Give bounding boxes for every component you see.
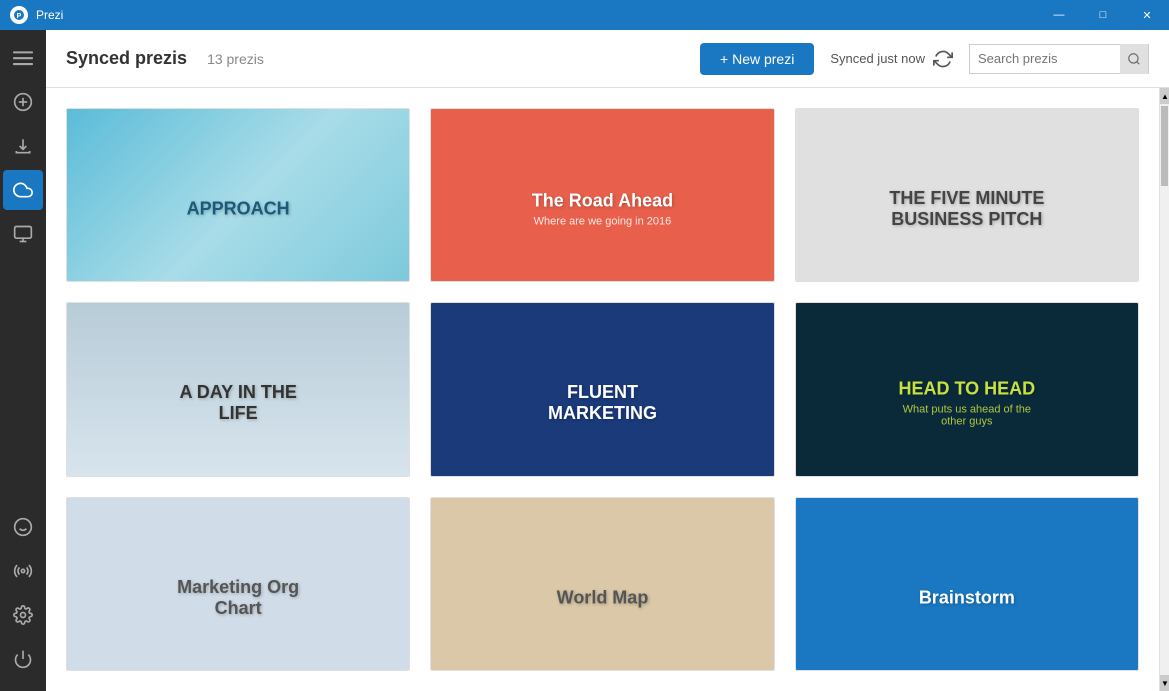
prezi-card[interactable]: FLUENT MARKETING Fluent Marketing-V2 APR… <box>430 302 774 476</box>
prezi-thumbnail: World Map <box>431 498 773 671</box>
prezi-card[interactable]: A DAY IN THE LIFE Sales & Marketing Tool… <box>66 302 410 476</box>
title-bar: P Prezi — □ ✕ <box>0 0 1169 30</box>
prezi-thumbnail: A DAY IN THE LIFE <box>67 303 409 476</box>
window-controls: — □ ✕ <box>1037 0 1169 30</box>
sync-icon <box>933 49 953 69</box>
prezi-card[interactable]: Brainstorm Brainstorm APRIL 7 ··· <box>795 497 1139 671</box>
prezi-thumbnail: THE FIVE MINUTE BUSINESS PITCH <box>796 109 1138 282</box>
sidebar-item-menu[interactable] <box>3 38 43 78</box>
toolbar: Synced prezis 13 prezis + New prezi Sync… <box>46 30 1169 88</box>
prezi-thumbnail: FLUENT MARKETING <box>431 303 773 476</box>
close-button[interactable]: ✕ <box>1125 0 1169 30</box>
sidebar-item-emoji[interactable] <box>3 507 43 547</box>
search-input[interactable] <box>970 47 1120 70</box>
sidebar-item-settings[interactable] <box>3 595 43 635</box>
page-title: Synced prezis <box>66 48 187 69</box>
sidebar <box>0 30 46 691</box>
search-icon <box>1127 52 1141 66</box>
main-content: Synced prezis 13 prezis + New prezi Sync… <box>46 30 1169 691</box>
sidebar-item-add[interactable] <box>3 82 43 122</box>
maximize-button[interactable]: □ <box>1081 0 1125 30</box>
prezi-thumbnail: Brainstorm <box>796 498 1138 671</box>
prezi-thumbnail: Marketing Org Chart <box>67 498 409 671</box>
prezi-thumbnail: APPROACH <box>67 109 409 282</box>
sidebar-item-download[interactable] <box>3 126 43 166</box>
sidebar-item-power[interactable] <box>3 639 43 679</box>
app-logo: P <box>10 6 28 24</box>
sync-status: Synced just now <box>830 51 925 66</box>
sidebar-item-cloud[interactable] <box>3 170 43 210</box>
app-container: Synced prezis 13 prezis + New prezi Sync… <box>0 30 1169 691</box>
content-area: APPROACH Fluent Marketing-V3 21 HOURS AG… <box>46 88 1169 691</box>
search-box[interactable] <box>969 44 1149 74</box>
prezi-card[interactable]: HEAD TO HEAD What puts us ahead of the o… <box>795 302 1139 476</box>
sidebar-item-broadcast[interactable] <box>3 551 43 591</box>
scroll-down-arrow[interactable]: ▼ <box>1160 675 1169 691</box>
search-button[interactable] <box>1120 44 1148 74</box>
app-title: Prezi <box>36 8 63 22</box>
prezi-card[interactable]: Marketing Org Chart Marketing Org Chart … <box>66 497 410 671</box>
prezi-count: 13 prezis <box>207 51 264 67</box>
svg-text:P: P <box>17 13 22 20</box>
prezi-thumbnail: HEAD TO HEAD What puts us ahead of the o… <box>796 303 1138 476</box>
scroll-thumb[interactable] <box>1161 106 1168 186</box>
minimize-button[interactable]: — <box>1037 0 1081 30</box>
prezi-card[interactable]: THE FIVE MINUTE BUSINESS PITCH 5 Minute … <box>795 108 1139 282</box>
prezi-grid: APPROACH Fluent Marketing-V3 21 HOURS AG… <box>46 88 1159 691</box>
scrollbar-rail[interactable]: ▲ ▼ <box>1159 88 1169 691</box>
prezi-card[interactable]: APPROACH Fluent Marketing-V3 21 HOURS AG… <box>66 108 410 282</box>
scroll-up-arrow[interactable]: ▲ <box>1160 88 1169 104</box>
prezi-card[interactable]: The Road Ahead Where are we going in 201… <box>430 108 774 282</box>
new-prezi-button[interactable]: + New prezi <box>700 43 814 75</box>
prezi-card[interactable]: World Map World Map APRIL 7 ··· <box>430 497 774 671</box>
sync-area: Synced just now <box>830 49 953 69</box>
sidebar-item-monitor[interactable] <box>3 214 43 254</box>
prezi-thumbnail: The Road Ahead Where are we going in 201… <box>431 109 773 282</box>
